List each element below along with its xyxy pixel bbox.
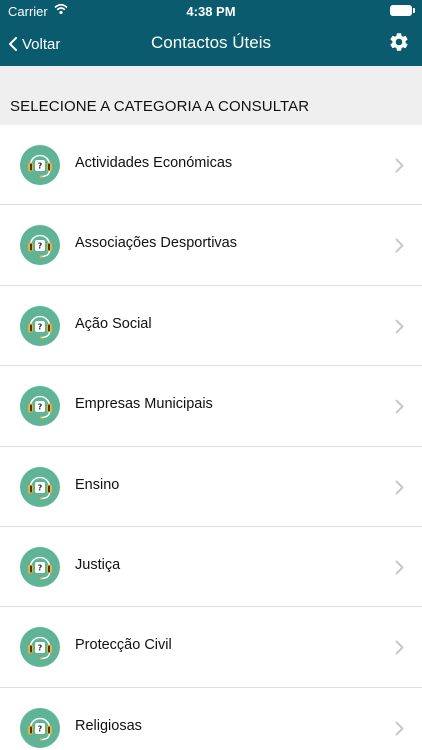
list-item-label: Empresas Municipais [75,396,213,413]
list-item-label: Ação Social [75,315,152,332]
headset-help-icon: ? [20,707,60,748]
svg-text:?: ? [38,403,43,412]
svg-text:?: ? [38,644,43,653]
list-item-label: Associações Desportivas [75,235,237,252]
category-list: ? Actividades Económicas ? Associações D… [0,125,422,750]
list-item-label: Protecção Civil [75,637,172,654]
chevron-right-icon [395,158,404,173]
headset-help-icon: ? [20,305,60,346]
list-item-6[interactable]: ? Justiça [0,526,422,608]
status-time: 4:38 PM [186,4,236,19]
header: Carrier 4:38 PM Voltar Contactos Úteis [0,0,422,66]
section-title: SELECIONE A CATEGORIA A CONSULTAR [10,98,310,115]
section-header: SELECIONE A CATEGORIA A CONSULTAR [0,66,422,125]
headset-help-icon: ? [20,466,60,507]
list-item-label: Actividades Económicas [75,155,233,171]
list-item-2[interactable]: ? Associações Desportivas [0,205,422,286]
svg-text:?: ? [38,242,43,251]
headset-help-icon: ? [20,225,60,266]
headset-help-icon: ? [20,145,60,185]
headset-help-icon: ? [20,627,60,668]
chevron-right-icon [395,480,404,495]
list-item-8[interactable]: ? Religiosas [0,687,422,750]
list-item-label: Ensino [75,476,120,493]
svg-text:?: ? [38,322,43,331]
headset-help-icon: ? [20,546,60,587]
chevron-right-icon [395,319,404,334]
list-item-4[interactable]: ? Empresas Municipais [0,366,422,447]
chevron-right-icon [395,640,404,655]
list-item-7[interactable]: ? Protecção Civil [0,607,422,688]
chevron-right-icon [395,238,404,253]
battery-tip [413,8,415,13]
chevron-right-icon [395,560,404,575]
chevron-right-icon [395,399,404,414]
nav-bar: Voltar Contactos Úteis [0,22,422,66]
chevron-right-icon [395,721,404,736]
battery-icon [390,5,412,16]
svg-text:?: ? [38,162,43,171]
headset-help-icon: ? [20,386,60,427]
svg-text:?: ? [38,724,43,733]
list-item-5[interactable]: ? Ensino [0,446,422,527]
list-item-label: Religiosas [75,717,142,734]
svg-text:?: ? [38,483,43,492]
list-item-label: Justiça [75,556,121,573]
svg-text:?: ? [38,564,43,573]
list-item-3[interactable]: ? Ação Social [0,285,422,367]
gear-icon[interactable] [388,31,410,53]
status-bar: Carrier 4:38 PM [0,0,422,22]
list-item-1[interactable]: ? Actividades Económicas [0,125,422,206]
page-title: Contactos Úteis [151,33,271,52]
